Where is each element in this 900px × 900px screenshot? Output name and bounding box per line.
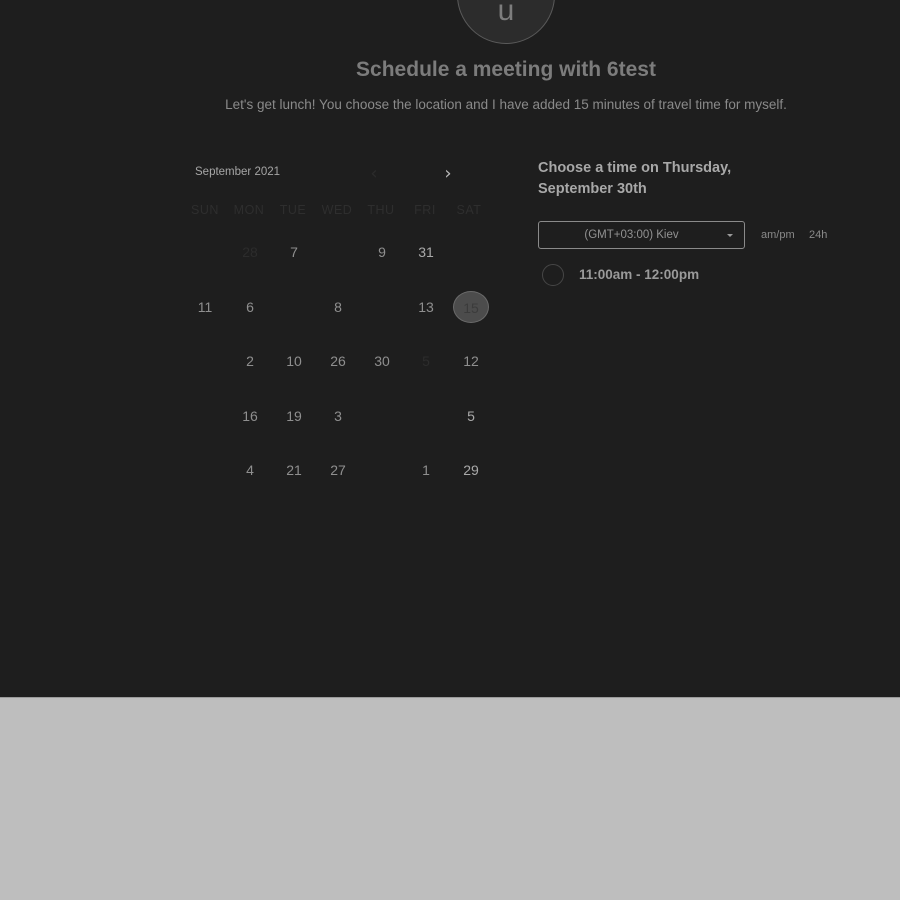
calendar-day[interactable]: 4: [230, 450, 270, 490]
calendar-day[interactable]: 11: [185, 287, 225, 327]
time-slot-label: 11:00am - 12:00pm: [579, 267, 700, 282]
chevron-left-icon: ‹: [370, 163, 378, 184]
calendar-day[interactable]: 28: [230, 232, 270, 272]
format-24h-toggle[interactable]: 24h: [809, 228, 827, 242]
calendar-day[interactable]: 16: [230, 396, 270, 436]
prev-month-button[interactable]: ‹: [362, 163, 386, 185]
avatar-letter: u: [497, 0, 515, 27]
calendar-day[interactable]: 13: [406, 287, 446, 327]
calendar-day[interactable]: 5: [451, 396, 491, 436]
time-heading: Choose a time on Thursday, September 30t…: [538, 160, 732, 197]
calendar-day[interactable]: 21: [274, 450, 314, 490]
caret-down-icon: [727, 234, 733, 237]
calendar-day-selected[interactable]: 15: [453, 291, 489, 323]
calendar-day[interactable]: 12: [451, 341, 491, 381]
calendar-day[interactable]: 3: [318, 396, 358, 436]
calendar-day[interactable]: 29: [451, 450, 491, 490]
calendar-day[interactable]: 27: [318, 450, 358, 490]
calendar-day[interactable]: 9: [362, 232, 402, 272]
format-ampm-toggle[interactable]: am/pm: [761, 228, 795, 242]
calendar-day[interactable]: 26: [318, 341, 358, 381]
calendar-day[interactable]: 10: [274, 341, 314, 381]
calendar-day[interactable]: 19: [274, 396, 314, 436]
calendar-day[interactable]: 6: [230, 287, 270, 327]
weekday-label: MON: [233, 203, 265, 217]
weekday-label: TUE: [279, 203, 307, 217]
radio-icon[interactable]: [542, 264, 564, 286]
time-slot-option[interactable]: 11:00am - 12:00pm: [542, 263, 782, 287]
weekday-label: FRI: [414, 203, 436, 217]
calendar-day[interactable]: 31: [406, 232, 446, 272]
weekday-header: SUN MON TUE WED THU FRI SAT: [183, 202, 483, 218]
weekday-label: SUN: [191, 203, 219, 217]
page-title: Schedule a meeting with 6test: [356, 58, 656, 81]
weekday-label: SAT: [456, 203, 482, 217]
calendar-day[interactable]: 1: [406, 450, 446, 490]
timezone-label: (GMT+03:00) Kiev: [584, 229, 679, 241]
scheduler-panel: u Schedule a meeting with 6test Let's ge…: [0, 0, 900, 698]
timezone-select[interactable]: (GMT+03:00) Kiev: [538, 221, 745, 249]
calendar-day[interactable]: 8: [318, 287, 358, 327]
chevron-right-icon: ›: [444, 163, 452, 184]
calendar-day[interactable]: 7: [274, 232, 314, 272]
month-label: September 2021: [195, 166, 281, 178]
avatar: u: [457, 0, 555, 44]
calendar-day[interactable]: 5: [406, 341, 446, 381]
calendar-day[interactable]: 30: [362, 341, 402, 381]
calendar-day[interactable]: 2: [230, 341, 270, 381]
weekday-label: WED: [321, 203, 353, 217]
page-subtitle: Let's get lunch! You choose the location…: [225, 97, 787, 112]
next-month-button[interactable]: ›: [436, 163, 460, 185]
weekday-label: THU: [367, 203, 395, 217]
